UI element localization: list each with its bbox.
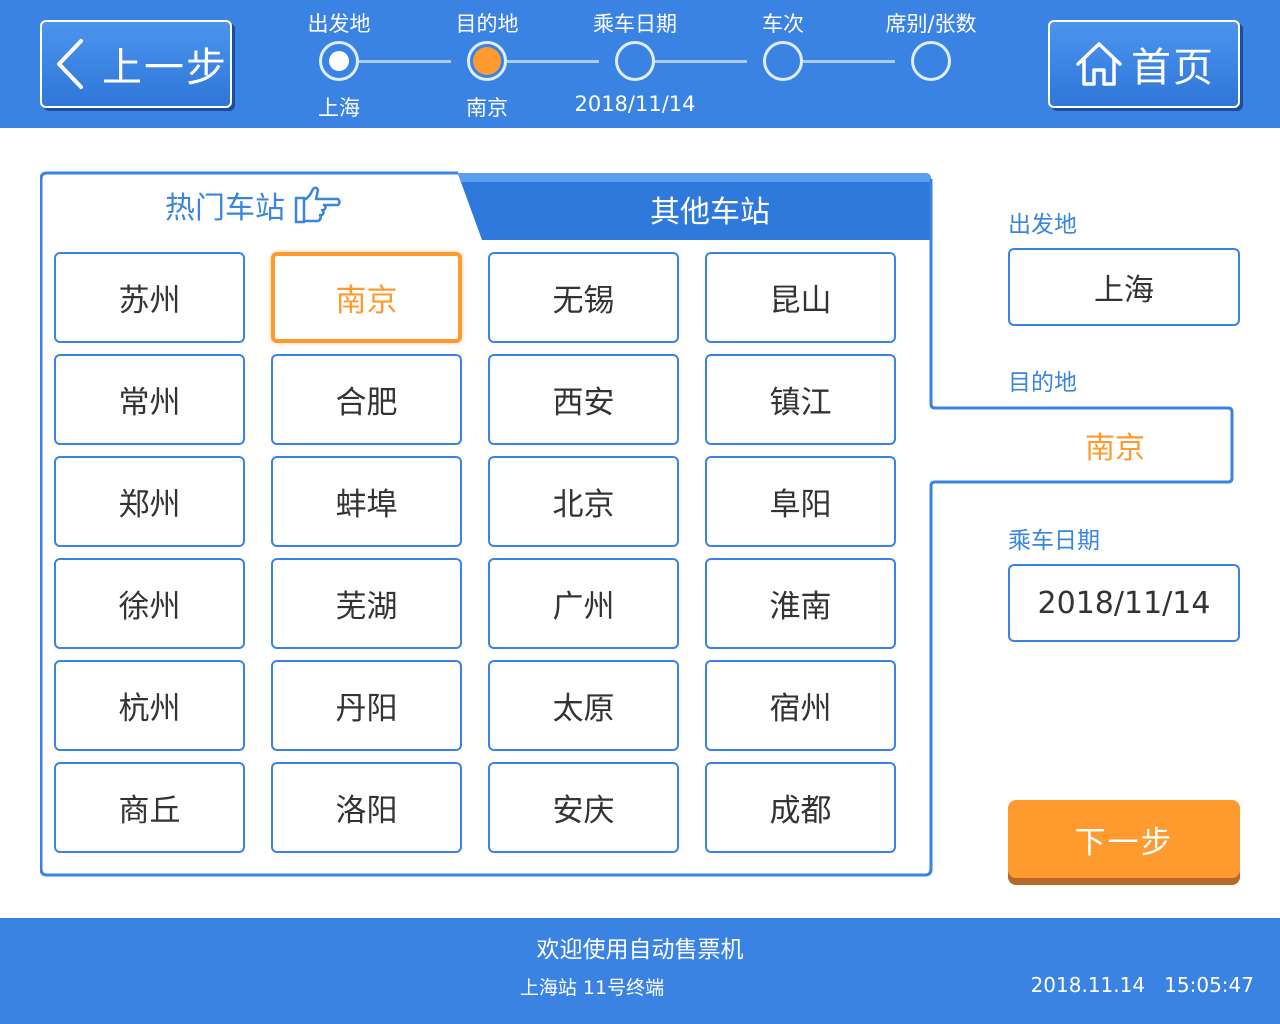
station-label: 淮南 [769, 589, 832, 625]
home-button[interactable]: 首页 [1048, 20, 1240, 108]
step-value: 2018/11/14 [574, 92, 696, 116]
station-label: 合肥 [335, 385, 398, 421]
date-field[interactable]: 2018/11/14 [1008, 564, 1240, 642]
station-button[interactable]: 杭州 [54, 660, 245, 751]
station-button[interactable]: 无锡 [488, 252, 679, 343]
station-button[interactable]: 洛阳 [271, 762, 462, 853]
station-button[interactable]: 常州 [54, 354, 245, 445]
station-label: 常州 [118, 385, 181, 421]
station-label: 无锡 [552, 283, 615, 319]
step-title: 车次 [762, 12, 804, 36]
tab-hot-stations[interactable]: 热门车站 [44, 172, 464, 238]
step-title: 乘车日期 [593, 12, 677, 36]
station-label: 镇江 [769, 385, 832, 421]
station-button[interactable]: 郑州 [54, 456, 245, 547]
departure-label: 出发地 [1008, 212, 1077, 238]
station-button[interactable]: 镇江 [705, 354, 896, 445]
tab-other-stations[interactable]: 其他车站 [560, 188, 860, 230]
clock-date: 2018.11.14 [1030, 973, 1146, 997]
station-button[interactable]: 商丘 [54, 762, 245, 853]
station-button[interactable]: 芜湖 [271, 558, 462, 649]
next-button[interactable]: 下一步 [1008, 800, 1240, 878]
date-value: 2018/11/14 [1037, 585, 1211, 621]
station-button[interactable]: 宿州 [705, 660, 896, 751]
station-button[interactable]: 蚌埠 [271, 456, 462, 547]
station-button[interactable]: 阜阳 [705, 456, 896, 547]
step-value: 上海 [318, 96, 360, 120]
station-button[interactable]: 安庆 [488, 762, 679, 853]
station-button[interactable]: 广州 [488, 558, 679, 649]
pointing-hand-icon [293, 185, 343, 225]
station-label: 宿州 [769, 691, 832, 727]
home-button-label: 首页 [1131, 45, 1215, 91]
destination-field[interactable]: 南京 [1010, 410, 1220, 480]
station-label: 昆山 [769, 283, 832, 319]
step-title: 目的地 [455, 12, 519, 36]
station-label: 北京 [552, 487, 615, 523]
station-button-selected[interactable]: 南京 [271, 252, 462, 343]
step-connector [803, 60, 895, 63]
station-button[interactable]: 北京 [488, 456, 679, 547]
station-button[interactable]: 淮南 [705, 558, 896, 649]
departure-value: 上海 [1094, 273, 1154, 308]
station-button[interactable]: 成都 [705, 762, 896, 853]
station-label: 南京 [335, 283, 398, 319]
station-label: 安庆 [552, 793, 615, 829]
welcome-message: 欢迎使用自动售票机 [536, 937, 744, 963]
station-button[interactable]: 昆山 [705, 252, 896, 343]
top-bar: 上一步 出发地 上海 目的地 南京 乘车日期 2018/11/14 车次 席别/… [0, 0, 1280, 128]
station-label: 太原 [552, 691, 615, 727]
step-title: 席别/张数 [885, 12, 977, 36]
station-label: 芜湖 [335, 589, 398, 625]
station-label: 成都 [769, 793, 832, 829]
station-label: 蚌埠 [335, 487, 398, 523]
step-connector [359, 60, 451, 63]
step-done-indicator [319, 41, 359, 81]
station-label: 苏州 [118, 283, 181, 319]
station-label: 洛阳 [335, 793, 398, 829]
station-label: 徐州 [118, 589, 181, 625]
home-icon [1073, 34, 1125, 94]
step-active-indicator [467, 41, 507, 81]
station-label: 广州 [552, 589, 615, 625]
destination-value: 南京 [1085, 431, 1145, 466]
next-button-label: 下一步 [1074, 824, 1174, 861]
station-button[interactable]: 苏州 [54, 252, 245, 343]
departure-field[interactable]: 上海 [1008, 248, 1240, 326]
station-label: 阜阳 [769, 487, 832, 523]
station-button[interactable]: 西安 [488, 354, 679, 445]
terminal-info: 上海站 11号终端 [519, 977, 665, 999]
station-label: 西安 [552, 385, 615, 421]
station-button[interactable]: 徐州 [54, 558, 245, 649]
step-connector [507, 60, 599, 63]
date-label: 乘车日期 [1008, 528, 1100, 554]
tab-other-label: 其他车站 [650, 195, 770, 230]
tab-hot-label: 热门车站 [165, 191, 285, 226]
step-pending-indicator [615, 41, 655, 81]
station-label: 丹阳 [335, 691, 398, 727]
step-pending-indicator [763, 41, 803, 81]
clock-time: 15:05:47 [1164, 973, 1254, 997]
station-button[interactable]: 丹阳 [271, 660, 462, 751]
station-label: 杭州 [118, 691, 181, 727]
station-button[interactable]: 合肥 [271, 354, 462, 445]
station-label: 商丘 [118, 793, 181, 829]
step-pending-indicator [911, 41, 951, 81]
step-value: 南京 [466, 96, 508, 120]
footer: 欢迎使用自动售票机 上海站 11号终端 2018.11.14 15:05:47 [0, 918, 1280, 1024]
step-title: 出发地 [307, 12, 371, 36]
station-label: 郑州 [118, 487, 181, 523]
station-button[interactable]: 太原 [488, 660, 679, 751]
step-connector [655, 60, 747, 63]
clock: 2018.11.14 15:05:47 [1031, 973, 1254, 997]
destination-label: 目的地 [1008, 370, 1077, 396]
